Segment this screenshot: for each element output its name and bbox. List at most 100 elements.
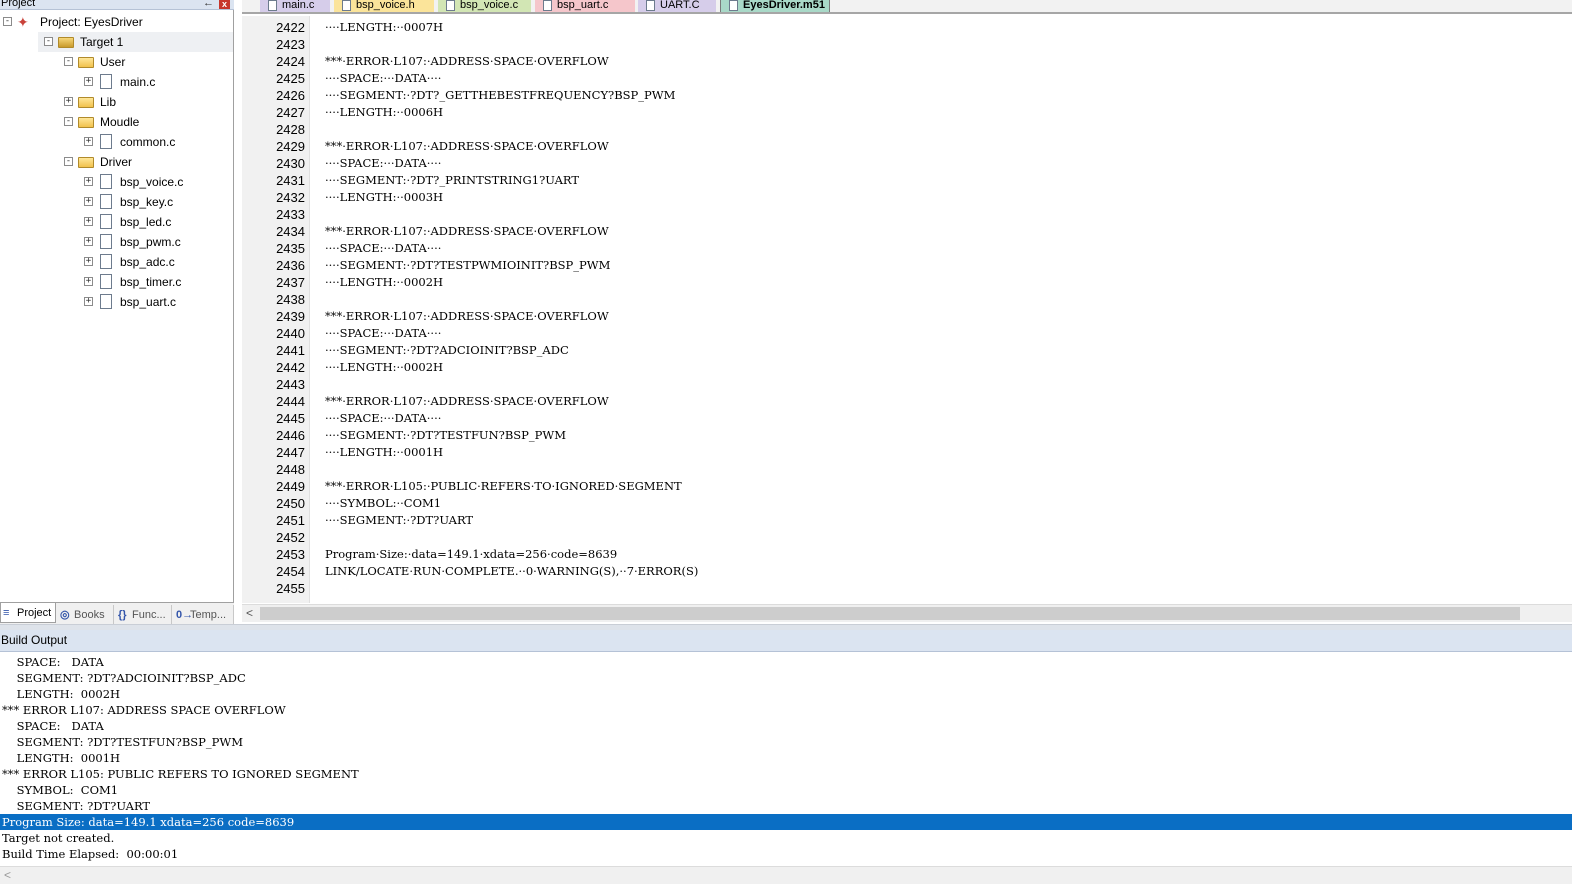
code-line[interactable]: ····LENGTH:··0002H [325, 359, 443, 376]
editor-tab-label: bsp_voice.c [460, 0, 519, 11]
expand-icon[interactable]: + [64, 97, 73, 106]
tree-node-main[interactable]: + main.c [78, 72, 233, 92]
expand-icon[interactable]: + [84, 217, 93, 226]
code-line[interactable]: ····SEGMENT:·?DT?TESTPWMIOINIT?BSP_PWM [325, 257, 610, 274]
tree-node-user[interactable]: - User [58, 52, 233, 72]
editor-tab-uart-c[interactable]: UART.C [638, 0, 716, 12]
build-output-panel: Build Output SPACE: DATA SEGMENT: ?DT?AD… [0, 630, 1572, 885]
build-output-line[interactable]: SEGMENT: ?DT?ADCIOINIT?BSP_ADC [0, 670, 1572, 686]
panel-tab-project[interactable]: ≡ Project [0, 603, 56, 623]
expand-icon[interactable]: + [84, 177, 93, 186]
scroll-left-arrow-icon[interactable]: < [4, 868, 11, 882]
code-line[interactable]: ····SEGMENT:·?DT?UART [325, 512, 473, 529]
expand-icon[interactable]: + [84, 197, 93, 206]
editor-tab-bsp_voice-h[interactable]: bsp_voice.h [334, 0, 434, 12]
folder-icon [78, 97, 94, 108]
build-output-line[interactable]: LENGTH: 0002H [0, 686, 1572, 702]
tree-node-bsp_timer[interactable]: + bsp_timer.c [78, 272, 233, 292]
tree-node-bsp_voice[interactable]: + bsp_voice.c [78, 172, 233, 192]
code-line[interactable]: LINK/LOCATE·RUN·COMPLETE.··0·WARNING(S),… [325, 563, 698, 580]
code-line[interactable]: ····SPACE:···DATA···· [325, 155, 441, 172]
editor-tab-bsp_uart-c[interactable]: bsp_uart.c [535, 0, 635, 12]
tree-node-label: Driver [100, 155, 132, 169]
code-line[interactable]: ····SPACE:···DATA···· [325, 70, 441, 87]
build-output-line[interactable]: *** ERROR L107: ADDRESS SPACE OVERFLOW [0, 702, 1572, 718]
code-line[interactable]: Program·Size:·data=149.1·xdata=256·code=… [325, 546, 617, 563]
code-line[interactable]: ····SPACE:···DATA···· [325, 410, 441, 427]
build-output-line[interactable]: *** ERROR L105: PUBLIC REFERS TO IGNORED… [0, 766, 1572, 782]
tree-node-common[interactable]: + common.c [78, 132, 233, 152]
code-line[interactable]: ***·ERROR·L107:·ADDRESS·SPACE·OVERFLOW [325, 393, 609, 410]
pin-icon[interactable]: ← [203, 0, 214, 9]
code-line[interactable]: ····LENGTH:··0002H [325, 274, 443, 291]
code-line[interactable]: ····SPACE:···DATA···· [325, 325, 441, 342]
build-output-line[interactable]: SEGMENT: ?DT?UART [0, 798, 1572, 814]
panel-tab-func[interactable]: {} Func... [116, 605, 172, 625]
build-output-line[interactable]: Target not created. [0, 830, 1572, 846]
code-line[interactable]: ····SEGMENT:·?DT?_GETTHEBESTFREQUENCY?BS… [325, 87, 675, 104]
expand-icon[interactable]: + [84, 297, 93, 306]
code-line[interactable]: ····LENGTH:··0003H [325, 189, 443, 206]
tree-node-moudle[interactable]: - Moudle [58, 112, 233, 132]
collapse-icon[interactable]: - [44, 37, 53, 46]
collapse-icon[interactable]: - [64, 57, 73, 66]
panel-tab-temp[interactable]: 0→Temp... [174, 605, 234, 625]
tree-node-bsp_led[interactable]: + bsp_led.c [78, 212, 233, 232]
editor-horizontal-scrollbar[interactable]: < [242, 604, 1572, 622]
code-line[interactable]: ***·ERROR·L105:·PUBLIC·REFERS·TO·IGNORED… [325, 478, 682, 495]
code-editor[interactable]: 2422 2423 2424 2425 2426 2427 2428 2429 2430 2431… [242, 16, 1572, 603]
build-output-line[interactable]: SYMBOL: COM1 [0, 782, 1572, 798]
collapse-icon[interactable]: - [64, 157, 73, 166]
build-output-titlebar: Build Output [0, 630, 1572, 652]
code-line[interactable]: ***·ERROR·L107:·ADDRESS·SPACE·OVERFLOW [325, 138, 609, 155]
tree-node-root[interactable]: - ✦ Project: EyesDriver [0, 12, 233, 32]
code-line[interactable]: ····LENGTH:··0001H [325, 444, 443, 461]
expand-icon[interactable]: + [84, 77, 93, 86]
editor-tab-main-c[interactable]: main.c [260, 0, 330, 12]
code-line[interactable]: ***·ERROR·L107:·ADDRESS·SPACE·OVERFLOW [325, 223, 609, 240]
tree-node-bsp_adc[interactable]: + bsp_adc.c [78, 252, 233, 272]
code-line[interactable]: ····LENGTH:··0006H [325, 104, 443, 121]
code-line[interactable]: ····LENGTH:··0007H [325, 19, 443, 36]
tree-node-target1[interactable]: - Target 1 [38, 32, 233, 52]
build-output-line-selected[interactable]: Program Size: data=149.1 xdata=256 code=… [0, 814, 1572, 830]
tree-node-bsp_uart[interactable]: + bsp_uart.c [78, 292, 233, 312]
build-output-line[interactable]: Build Time Elapsed: 00:00:01 [0, 846, 1572, 862]
tree-node-bsp_pwm[interactable]: + bsp_pwm.c [78, 232, 233, 252]
code-line[interactable]: ····SEGMENT:·?DT?_PRINTSTRING1?UART [325, 172, 579, 189]
build-output-line[interactable]: LENGTH: 0001H [0, 750, 1572, 766]
tree-node-bsp_key[interactable]: + bsp_key.c [78, 192, 233, 212]
scrollbar-thumb[interactable] [260, 607, 1520, 620]
line-number: 2440 [276, 326, 305, 341]
editor-tab-eyesdriver-m51[interactable]: EyesDriver.m51 [720, 0, 830, 12]
build-output-horizontal-scrollbar[interactable]: < [0, 866, 1572, 884]
build-output-line[interactable]: SEGMENT: ?DT?TESTFUN?BSP_PWM [0, 734, 1572, 750]
code-line[interactable]: ····SYMBOL:··COM1 [325, 495, 441, 512]
panel-tab-icon: {} [118, 609, 127, 621]
build-output-line[interactable]: SPACE: DATA [0, 654, 1572, 670]
expand-icon[interactable]: + [84, 257, 93, 266]
code-line[interactable]: ***·ERROR·L107:·ADDRESS·SPACE·OVERFLOW [325, 308, 609, 325]
panel-tab-books[interactable]: ◎ Books [58, 605, 114, 625]
folder-icon [78, 57, 94, 68]
file-icon [100, 174, 112, 189]
line-number: 2447 [276, 445, 305, 460]
collapse-icon[interactable]: - [3, 17, 12, 26]
build-output-line[interactable]: SPACE: DATA [0, 718, 1572, 734]
line-number: 2430 [276, 156, 305, 171]
close-icon[interactable]: x [219, 0, 230, 9]
collapse-icon[interactable]: - [64, 117, 73, 126]
expand-icon[interactable]: + [84, 137, 93, 146]
code-line[interactable]: ····SEGMENT:·?DT?ADCIOINIT?BSP_ADC [325, 342, 569, 359]
line-number: 2439 [276, 309, 305, 324]
expand-icon[interactable]: + [84, 277, 93, 286]
file-icon [446, 0, 455, 11]
code-line[interactable]: ····SPACE:···DATA···· [325, 240, 441, 257]
tree-node-driver[interactable]: - Driver [58, 152, 233, 172]
code-line[interactable]: ***·ERROR·L107:·ADDRESS·SPACE·OVERFLOW [325, 53, 609, 70]
editor-tab-bsp_voice-c[interactable]: bsp_voice.c [438, 0, 531, 12]
tree-node-lib[interactable]: + Lib [58, 92, 233, 112]
scroll-left-arrow-icon[interactable]: < [246, 606, 253, 620]
code-line[interactable]: ····SEGMENT:·?DT?TESTFUN?BSP_PWM [325, 427, 566, 444]
expand-icon[interactable]: + [84, 237, 93, 246]
